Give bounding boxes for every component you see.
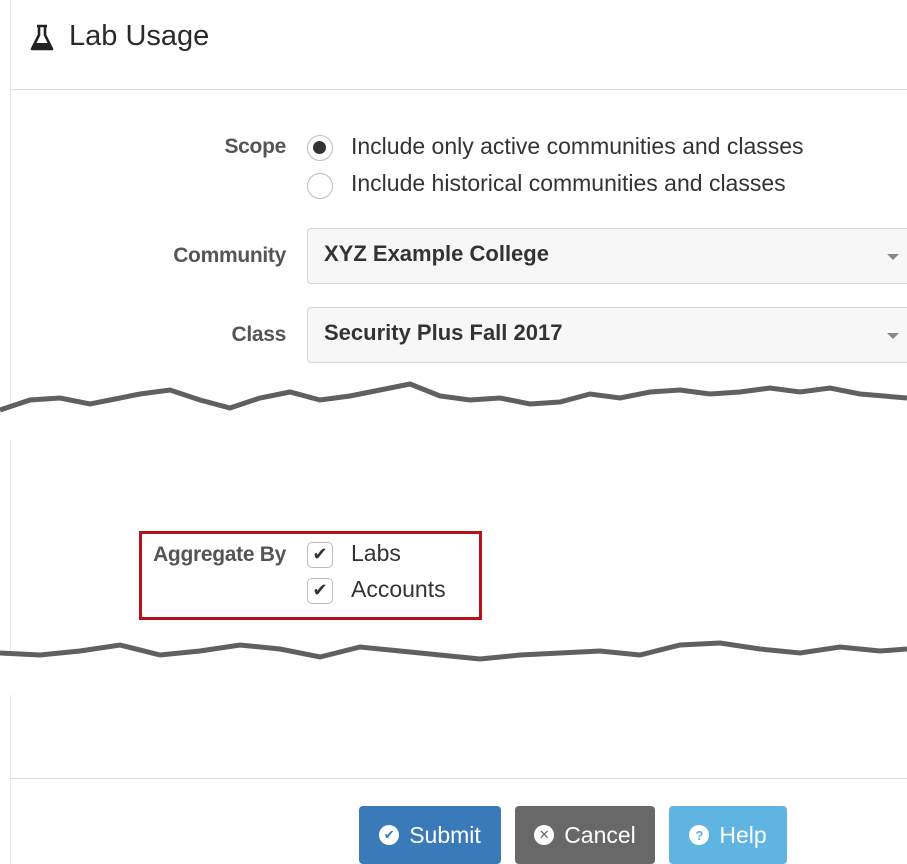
cancel-label: Cancel	[564, 821, 636, 848]
community-select[interactable]: XYZ Example College	[307, 228, 907, 284]
dialog-header: Lab Usage	[11, 0, 907, 90]
community-label: Community	[173, 244, 286, 267]
footer-divider	[11, 778, 907, 779]
highlight-box	[139, 531, 482, 620]
scope-label: Scope	[224, 135, 286, 158]
question-circle-icon: ?	[689, 825, 710, 845]
class-select[interactable]: Security Plus Fall 2017	[307, 307, 907, 363]
scope-historical-radio[interactable]	[307, 173, 333, 199]
submit-label: Submit	[409, 821, 481, 848]
chevron-down-icon	[887, 254, 899, 260]
submit-button[interactable]: ✔ Submit	[359, 806, 501, 864]
scope-active-radio[interactable]	[307, 135, 333, 161]
cancel-button[interactable]: ✕ Cancel	[515, 806, 655, 864]
torn-edge-divider	[0, 640, 907, 695]
torn-edge-divider	[0, 381, 907, 440]
check-circle-icon: ✔	[379, 825, 400, 845]
class-label: Class	[231, 323, 286, 346]
help-label: Help	[719, 821, 767, 848]
chevron-down-icon	[887, 333, 899, 339]
scope-historical-label[interactable]: Include historical communities and class…	[351, 170, 786, 197]
community-value: XYZ Example College	[324, 241, 549, 266]
dialog-title: Lab Usage	[69, 20, 210, 52]
x-circle-icon: ✕	[534, 825, 555, 845]
class-value: Security Plus Fall 2017	[324, 320, 563, 345]
flask-icon	[30, 24, 54, 51]
help-button[interactable]: ? Help	[669, 806, 787, 864]
scope-active-label[interactable]: Include only active communities and clas…	[351, 133, 804, 160]
